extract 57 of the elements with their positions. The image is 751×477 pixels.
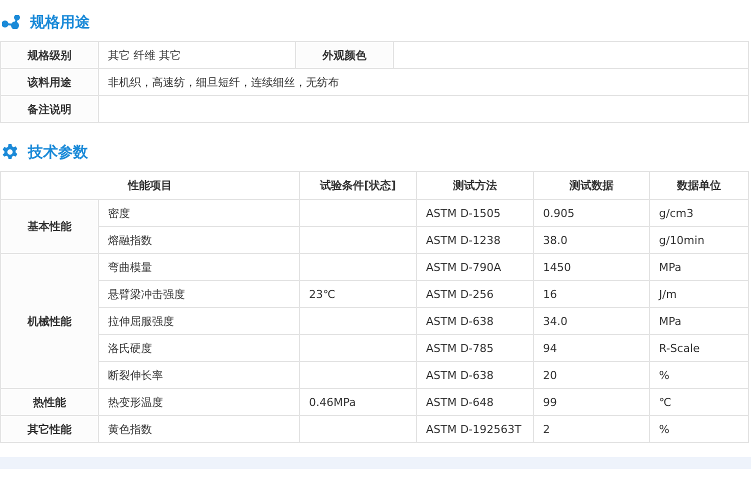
table-cell: 38.0 xyxy=(534,226,650,254)
group-label: 热性能 xyxy=(0,388,98,416)
table-cell: ASTM D-638 xyxy=(416,308,534,334)
section-title: 技术参数 xyxy=(28,142,88,162)
table-cell: 洛氏硬度 xyxy=(98,334,300,362)
table-cell: 0.905 xyxy=(534,200,650,226)
table-cell: 94 xyxy=(534,334,650,362)
group-label: 基本性能 xyxy=(0,200,98,254)
column-header: 数据单位 xyxy=(650,172,748,200)
row-label: 规格级别 xyxy=(0,42,98,68)
column-header: 测试方法 xyxy=(416,172,534,200)
table-cell: ASTM D-1238 xyxy=(416,226,534,254)
table-cell: 23℃ xyxy=(300,280,416,308)
table-cell: 拉伸屈服强度 xyxy=(98,308,300,334)
table-cell: 断裂伸长率 xyxy=(98,362,300,388)
table-cell: % xyxy=(650,362,748,388)
table-cell: MPa xyxy=(650,308,748,334)
table-cell: ASTM D-638 xyxy=(416,362,534,388)
table-cell: 悬臂梁冲击强度 xyxy=(98,280,300,308)
table-cell: 非机织，高速纺，细旦短纤，连续细丝，无纺布 xyxy=(98,68,748,96)
group-label: 其它性能 xyxy=(0,416,98,442)
table-cell: ASTM D-1505 xyxy=(416,200,534,226)
group-label: 机械性能 xyxy=(0,254,98,388)
table-cell: 16 xyxy=(534,280,650,308)
row-label: 该料用途 xyxy=(0,68,98,96)
table-cell: 其它 纤维 其它 xyxy=(98,42,296,68)
table-cell: ASTM D-256 xyxy=(416,280,534,308)
table-cell: 99 xyxy=(534,388,650,416)
table-cell: 弯曲模量 xyxy=(98,254,300,280)
table-cell: ASTM D-790A xyxy=(416,254,534,280)
row-label: 备注说明 xyxy=(0,96,98,122)
table-cell: 34.0 xyxy=(534,308,650,334)
gear-icon xyxy=(2,144,18,160)
table-cell: g/10min xyxy=(650,226,748,254)
table-cell: 热变形温度 xyxy=(98,388,300,416)
table-cell: ASTM D-648 xyxy=(416,388,534,416)
table-cell: ASTM D-785 xyxy=(416,334,534,362)
table-cell: g/cm3 xyxy=(650,200,748,226)
table-cell: % xyxy=(650,416,748,442)
table-cell: ASTM D-192563T xyxy=(416,416,534,442)
column-header: 性能项目 xyxy=(0,172,300,200)
table-cell: 2 xyxy=(534,416,650,442)
column-header: 测试数据 xyxy=(534,172,650,200)
share-nodes-icon xyxy=(2,15,20,29)
table-cell: ℃ xyxy=(650,388,748,416)
table-cell: MPa xyxy=(650,254,748,280)
table-cell: 0.46MPa xyxy=(300,388,416,416)
section-title: 规格用途 xyxy=(30,12,90,32)
row-label: 外观颜色 xyxy=(296,42,394,68)
table-cell: J/m xyxy=(650,280,748,308)
table-cell: 密度 xyxy=(98,200,300,226)
table-cell: 熔融指数 xyxy=(98,226,300,254)
table-cell: 黄色指数 xyxy=(98,416,300,442)
column-header: 试验条件[状态] xyxy=(300,172,416,200)
table-cell: R-Scale xyxy=(650,334,748,362)
table-cell: 20 xyxy=(534,362,650,388)
table-cell: 1450 xyxy=(534,254,650,280)
